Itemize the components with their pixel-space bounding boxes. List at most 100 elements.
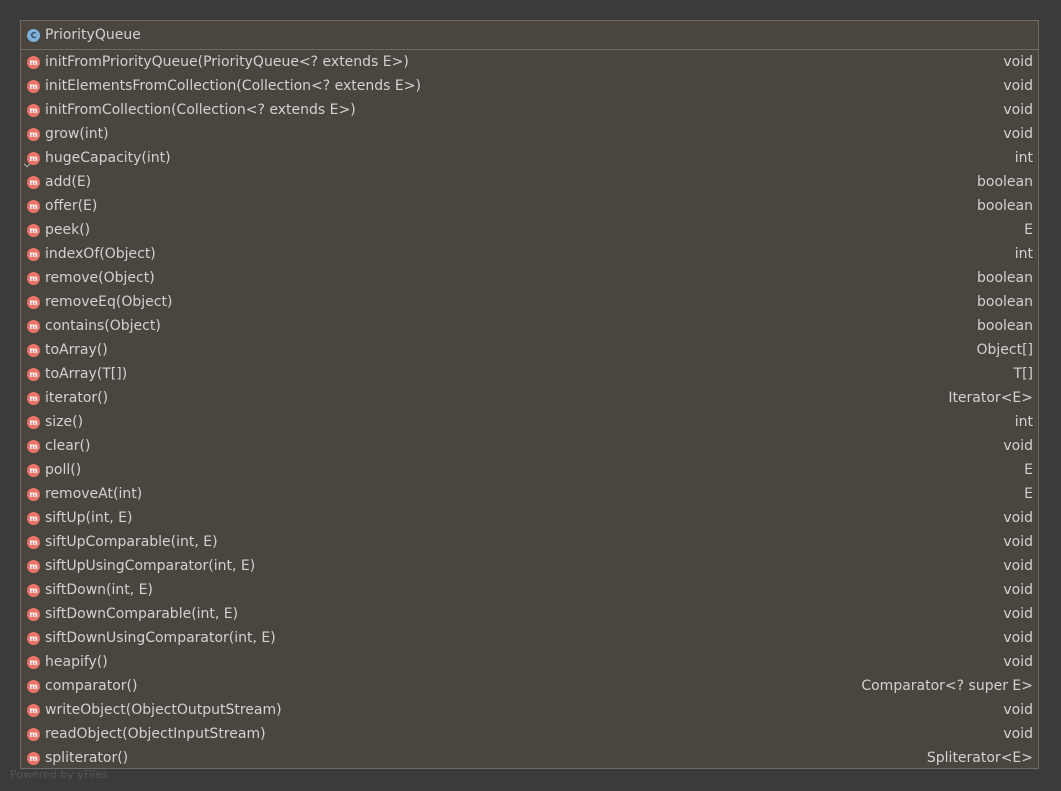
method-name: siftUp(int, E) (45, 510, 133, 526)
method-row[interactable]: m toArray(T[]) T[] (21, 362, 1038, 386)
method-name: hugeCapacity(int) (45, 150, 171, 166)
method-return-type: boolean (977, 270, 1033, 286)
method-row[interactable]: m ⌵ hugeCapacity(int) int (21, 146, 1038, 170)
method-row[interactable]: m siftUpComparable(int, E) void (21, 530, 1038, 554)
method-icon: m (27, 415, 40, 429)
method-name: grow(int) (45, 126, 109, 142)
method-name: spliterator() (45, 750, 129, 766)
method-row[interactable]: m clear() void (21, 434, 1038, 458)
method-icon: m (27, 751, 40, 765)
method-name: heapify() (45, 654, 108, 670)
method-return-type: Object[] (976, 342, 1033, 358)
method-return-type: E (1024, 222, 1033, 238)
method-name: removeEq(Object) (45, 294, 173, 310)
method-name: clear() (45, 438, 91, 454)
method-return-type: int (1014, 414, 1033, 430)
method-icon: m (27, 583, 40, 597)
method-return-type: T[] (1013, 366, 1033, 382)
method-name: initFromCollection(Collection<? extends … (45, 102, 356, 118)
class-node[interactable]: C PriorityQueue m initFromPriorityQueue(P… (20, 20, 1039, 769)
method-return-type: void (1003, 534, 1033, 550)
method-name: toArray() (45, 342, 108, 358)
method-row[interactable]: m peek() E (21, 218, 1038, 242)
method-return-type: Spliterator<E> (926, 750, 1033, 766)
method-name: siftUpComparable(int, E) (45, 534, 218, 550)
method-return-type: boolean (977, 198, 1033, 214)
method-return-type: Iterator<E> (948, 390, 1033, 406)
method-row[interactable]: m writeObject(ObjectOutputStream) void (21, 698, 1038, 722)
method-row[interactable]: m contains(Object) boolean (21, 314, 1038, 338)
method-return-type: E (1024, 462, 1033, 478)
method-row[interactable]: m readObject(ObjectInputStream) void (21, 722, 1038, 746)
method-row[interactable]: m offer(E) boolean (21, 194, 1038, 218)
method-name: poll() (45, 462, 82, 478)
method-name: offer(E) (45, 198, 98, 214)
method-icon: m (27, 247, 40, 261)
method-row[interactable]: m heapify() void (21, 650, 1038, 674)
method-name: contains(Object) (45, 318, 161, 334)
method-name: writeObject(ObjectOutputStream) (45, 702, 282, 718)
method-row[interactable]: m toArray() Object[] (21, 338, 1038, 362)
method-name: initFromPriorityQueue(PriorityQueue<? ex… (45, 54, 409, 70)
method-row[interactable]: m iterator() Iterator<E> (21, 386, 1038, 410)
method-return-type: void (1003, 654, 1033, 670)
method-return-type: E (1024, 486, 1033, 502)
method-row[interactable]: m siftUp(int, E) void (21, 506, 1038, 530)
method-return-type: void (1003, 438, 1033, 454)
method-icon: m (27, 439, 40, 453)
method-row[interactable]: m spliterator() Spliterator<E> (21, 746, 1038, 770)
method-row[interactable]: m poll() E (21, 458, 1038, 482)
method-icon: m (27, 703, 40, 717)
class-name: PriorityQueue (45, 27, 141, 43)
method-row[interactable]: m add(E) boolean (21, 170, 1038, 194)
method-return-type: Comparator<? super E> (861, 678, 1033, 694)
method-row[interactable]: m siftDownUsingComparator(int, E) void (21, 626, 1038, 650)
method-row[interactable]: m siftUpUsingComparator(int, E) void (21, 554, 1038, 578)
method-row[interactable]: m initFromCollection(Collection<? extends… (21, 98, 1038, 122)
method-return-type: boolean (977, 294, 1033, 310)
watermark: Powered by yFiles (10, 768, 108, 781)
method-row[interactable]: m comparator() Comparator<? super E> (21, 674, 1038, 698)
method-name: siftDownUsingComparator(int, E) (45, 630, 276, 646)
method-name: iterator() (45, 390, 109, 406)
method-icon: m (27, 487, 40, 501)
method-icon: m (27, 319, 40, 333)
method-icon: m (27, 55, 40, 69)
class-icon: C (27, 28, 40, 42)
method-icon: m (27, 367, 40, 381)
method-icon: m (27, 463, 40, 477)
method-return-type: void (1003, 606, 1033, 622)
method-name: remove(Object) (45, 270, 155, 286)
diagram-canvas: C PriorityQueue m initFromPriorityQueue(P… (0, 0, 1061, 791)
method-icon: m ⌵ (24, 151, 40, 168)
method-row[interactable]: m siftDownComparable(int, E) void (21, 602, 1038, 626)
method-icon: m (27, 535, 40, 549)
method-name: indexOf(Object) (45, 246, 156, 262)
method-name: size() (45, 414, 84, 430)
method-icon: m (27, 679, 40, 693)
method-icon: m (27, 655, 40, 669)
class-header: C PriorityQueue (21, 21, 1038, 50)
method-icon: m (27, 79, 40, 93)
method-return-type: void (1003, 54, 1033, 70)
method-icon: m (27, 511, 40, 525)
method-icon: m (27, 559, 40, 573)
method-row[interactable]: m siftDown(int, E) void (21, 578, 1038, 602)
method-row[interactable]: m initFromPriorityQueue(PriorityQueue<? e… (21, 50, 1038, 74)
method-return-type: void (1003, 510, 1033, 526)
visibility-mark-icon: ⌵ (24, 159, 31, 169)
method-name: peek() (45, 222, 91, 238)
method-row[interactable]: m initElementsFromCollection(Collection<?… (21, 74, 1038, 98)
method-return-type: void (1003, 726, 1033, 742)
method-icon: m (27, 727, 40, 741)
method-row[interactable]: m grow(int) void (21, 122, 1038, 146)
method-icon: m (27, 103, 40, 117)
method-row[interactable]: m indexOf(Object) int (21, 242, 1038, 266)
method-row[interactable]: m size() int (21, 410, 1038, 434)
method-row[interactable]: m removeAt(int) E (21, 482, 1038, 506)
method-row[interactable]: m remove(Object) boolean (21, 266, 1038, 290)
method-icon: m (27, 271, 40, 285)
method-row[interactable]: m removeEq(Object) boolean (21, 290, 1038, 314)
method-icon: m (27, 607, 40, 621)
method-icon: m (27, 175, 40, 189)
